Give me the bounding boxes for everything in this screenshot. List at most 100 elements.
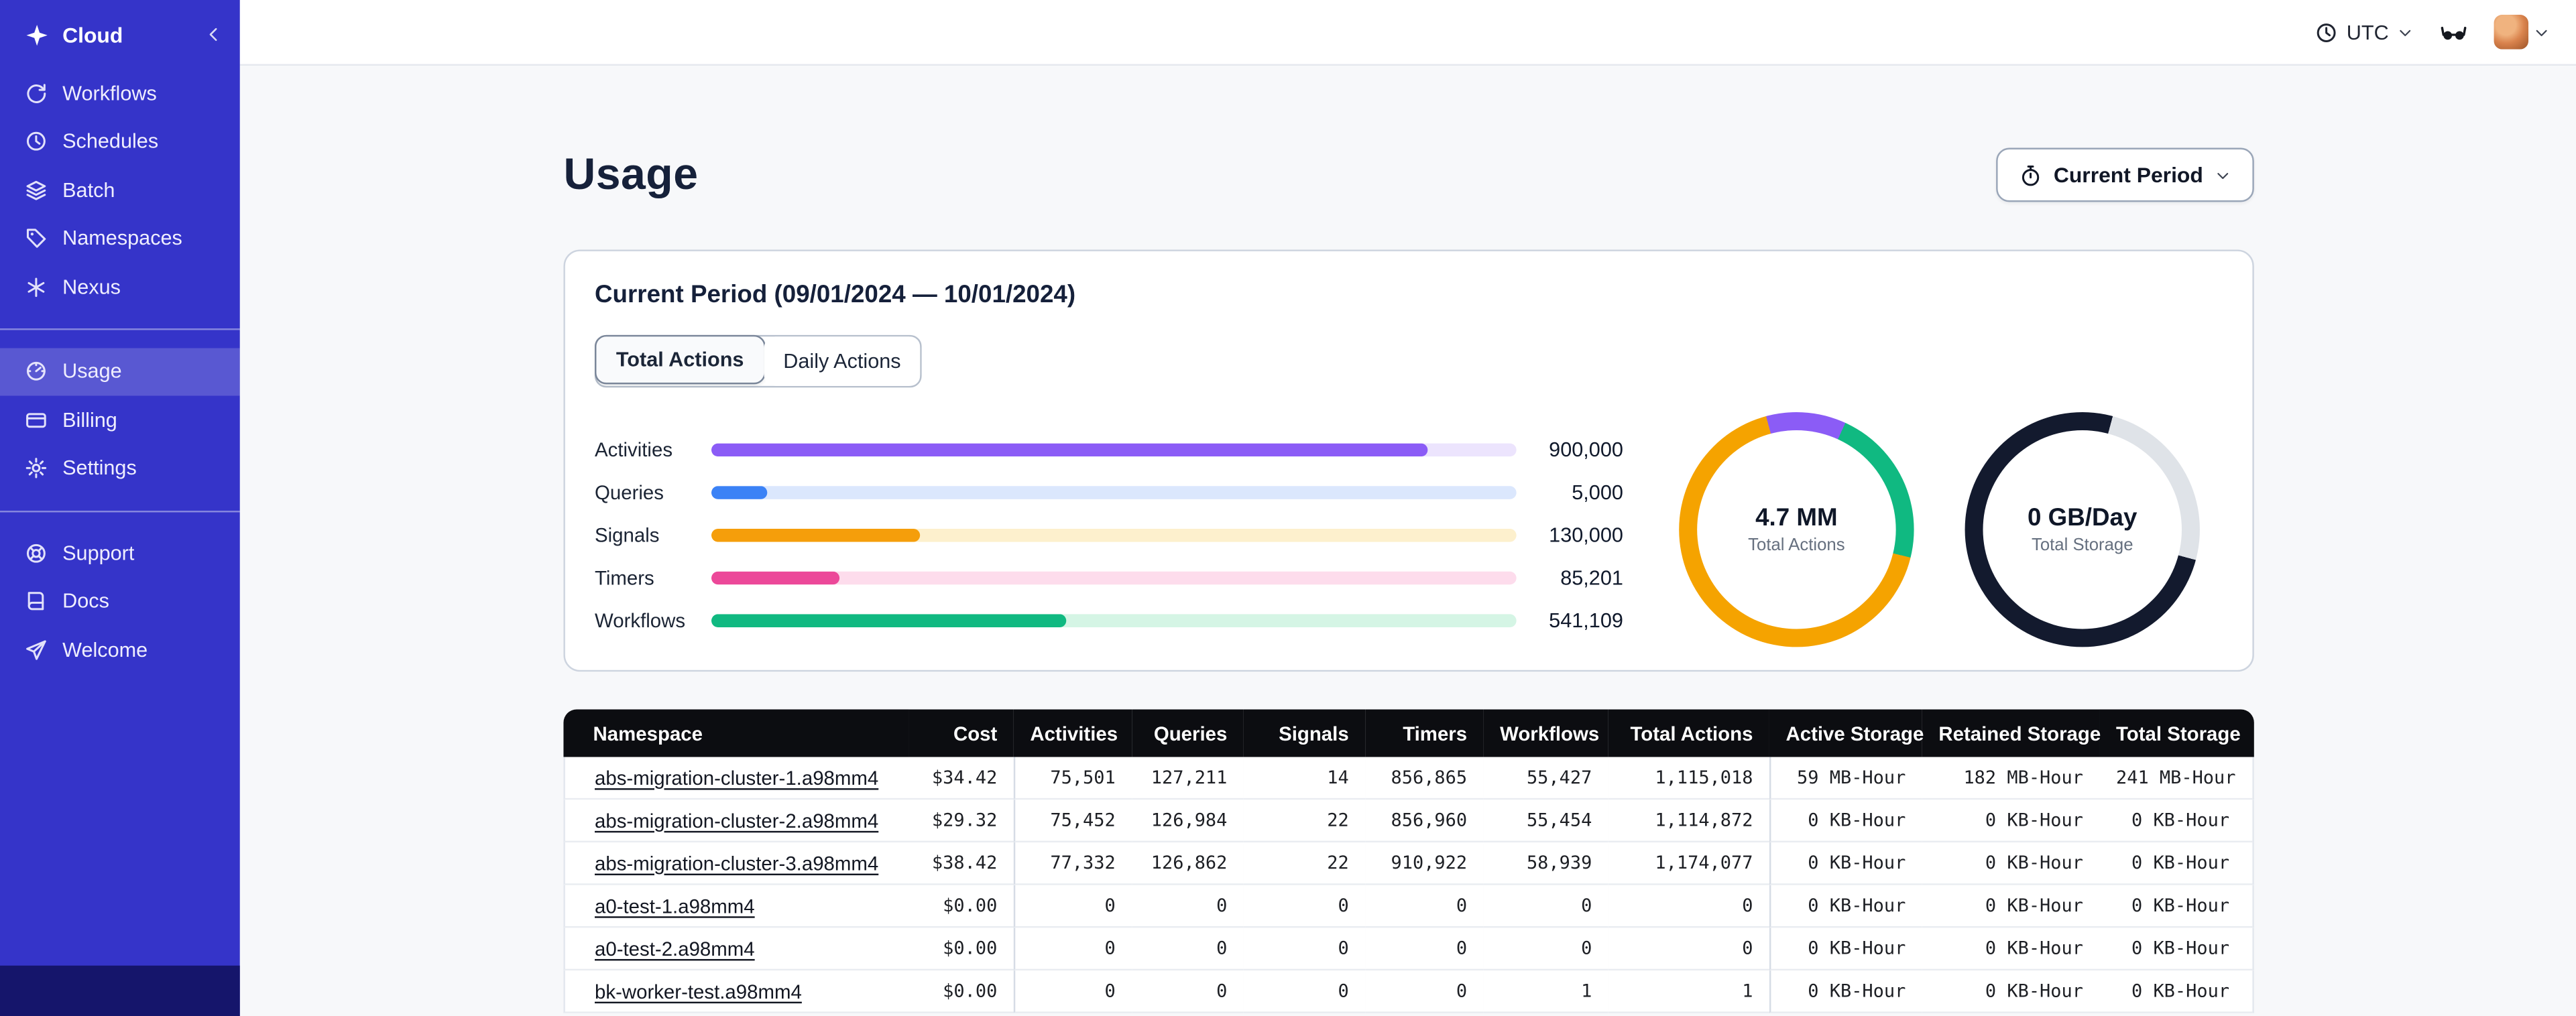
namespace-cell: bk-worker-test.a98mm4 <box>563 970 909 1013</box>
namespace-link[interactable]: abs-migration-cluster-1.a98mm4 <box>595 766 878 789</box>
cell-total-actions: 1,174,077 <box>1608 842 1769 885</box>
tab-daily-actions[interactable]: Daily Actions <box>763 336 921 386</box>
cell-signals: 0 <box>1243 885 1366 928</box>
namespaces-icon <box>25 227 48 250</box>
docs-icon <box>25 590 48 613</box>
clock-icon <box>2315 21 2338 44</box>
cell-cost: $38.42 <box>909 842 1014 885</box>
cell-total-storage: 0 KB-Hour <box>2099 928 2254 971</box>
cell-workflows: 0 <box>1483 928 1608 971</box>
sidebar-item-docs[interactable]: Docs <box>0 577 240 625</box>
cell-workflows: 0 <box>1483 885 1608 928</box>
cell-timers: 0 <box>1365 885 1484 928</box>
billing-icon <box>25 409 48 432</box>
col-header-signals: Signals <box>1243 709 1366 757</box>
cell-activities: 0 <box>1013 885 1132 928</box>
cell-queries: 0 <box>1132 970 1244 1013</box>
timezone-selector[interactable]: UTC <box>2315 21 2413 44</box>
cell-workflows: 55,427 <box>1483 757 1608 800</box>
period-selector-label: Current Period <box>2053 162 2203 188</box>
sidebar-item-label: Batch <box>62 178 115 202</box>
donut-value: 0 GB/Day <box>2028 504 2138 532</box>
donut-label: Total Actions <box>1748 535 1845 556</box>
namespace-link[interactable]: abs-migration-cluster-2.a98mm4 <box>595 809 878 832</box>
cell-cost: $29.32 <box>909 800 1014 843</box>
sidebar-item-label: Welcome <box>62 638 148 661</box>
bar-label: Workflows <box>595 609 686 633</box>
cell-workflows: 1 <box>1483 970 1608 1013</box>
cell-total-actions: 1,114,872 <box>1608 800 1769 843</box>
cell-queries: 0 <box>1132 885 1244 928</box>
chevron-down-icon <box>2215 167 2231 184</box>
donut-center: 4.7 MM Total Actions <box>1697 430 1896 629</box>
sidebar-item-nexus[interactable]: Nexus <box>0 263 240 311</box>
sidebar-footer <box>0 965 240 1016</box>
batch-icon <box>25 178 48 201</box>
sidebar-item-label: Billing <box>62 408 117 432</box>
cell-total-storage: 241 MB-Hour <box>2099 757 2254 800</box>
nexus-icon <box>25 275 48 298</box>
namespace-link[interactable]: a0-test-2.a98mm4 <box>595 937 755 960</box>
bar-row-workflows: Workflows 541,109 <box>595 599 1623 642</box>
main-content: Usage Current Period Current Period (09/… <box>239 66 2576 1016</box>
tab-total-actions[interactable]: Total Actions <box>595 334 766 385</box>
bar-value: 5,000 <box>1572 481 1623 505</box>
sidebar-collapse-button[interactable] <box>204 25 223 44</box>
glasses-icon[interactable] <box>2438 19 2469 45</box>
table-row: a0-test-1.a98mm4 $0.00 0 0 0 0 0 0 0 KB-Hour 0 KB… <box>563 885 2254 928</box>
sidebar: Cloud Workflows Schedules Batch Namespaces N… <box>0 0 240 1016</box>
cell-active-storage: 0 KB-Hour <box>1769 970 1922 1013</box>
cell-retained-storage: 0 KB-Hour <box>1922 885 2100 928</box>
donut-value: 4.7 MM <box>1755 504 1838 532</box>
sidebar-item-label: Schedules <box>62 130 159 153</box>
namespace-link[interactable]: bk-worker-test.a98mm4 <box>595 980 802 1003</box>
cell-total-storage: 0 KB-Hour <box>2099 842 2254 885</box>
cell-queries: 0 <box>1132 928 1244 971</box>
cell-active-storage: 0 KB-Hour <box>1769 800 1922 843</box>
col-header-retained-storage: Retained Storage <box>1922 709 2101 757</box>
cell-cost: $0.00 <box>909 885 1014 928</box>
bar-fill <box>711 571 841 585</box>
col-header-workflows: Workflows <box>1483 709 1608 757</box>
sidebar-item-workflows[interactable]: Workflows <box>0 69 240 117</box>
cloud-logo-icon <box>25 22 50 47</box>
cell-cost: $0.00 <box>909 928 1014 971</box>
sidebar-item-label: Nexus <box>62 275 121 299</box>
app-root: Cloud Workflows Schedules Batch Namespaces N… <box>0 0 2576 1016</box>
namespace-cell: a0-test-1.a98mm4 <box>563 885 909 928</box>
total-storage-donut: 0 GB/Day Total Storage <box>1965 412 2200 647</box>
bar-fill <box>711 614 1066 628</box>
donut-label: Total Storage <box>2031 535 2133 556</box>
bar-label: Timers <box>595 566 654 590</box>
cell-signals: 0 <box>1243 970 1366 1013</box>
usage-table: Namespace Cost Activities Queries Signals Tim… <box>563 709 2254 1013</box>
sidebar-item-settings[interactable]: Settings <box>0 444 240 493</box>
table-row: abs-migration-cluster-1.a98mm4 $34.42 75,5… <box>563 757 2254 800</box>
sidebar-item-usage[interactable]: Usage <box>0 347 240 396</box>
sidebar-item-billing[interactable]: Billing <box>0 396 240 444</box>
namespace-link[interactable]: abs-migration-cluster-3.a98mm4 <box>595 851 878 874</box>
cell-timers: 0 <box>1365 928 1484 971</box>
sidebar-item-batch[interactable]: Batch <box>0 166 240 214</box>
bar-track <box>711 443 1517 457</box>
sidebar-item-welcome[interactable]: Welcome <box>0 626 240 674</box>
sidebar-item-namespaces[interactable]: Namespaces <box>0 214 240 263</box>
table-row: bk-worker-test.a98mm4 $0.00 0 0 0 0 1 1 0 KB-Hou… <box>563 970 2254 1013</box>
sidebar-item-schedules[interactable]: Schedules <box>0 117 240 166</box>
user-menu[interactable] <box>2494 15 2550 50</box>
period-selector-button[interactable]: Current Period <box>1996 147 2254 202</box>
sidebar-item-support[interactable]: Support <box>0 529 240 577</box>
brand-label: Cloud <box>62 22 123 47</box>
cell-activities: 0 <box>1013 928 1132 971</box>
cell-active-storage: 0 KB-Hour <box>1769 885 1922 928</box>
cell-activities: 0 <box>1013 970 1132 1013</box>
bar-value: 900,000 <box>1549 438 1623 462</box>
cell-cost: $34.42 <box>909 757 1014 800</box>
cell-queries: 126,862 <box>1132 842 1244 885</box>
table-row: a0-test-2.a98mm4 $0.00 0 0 0 0 0 0 0 KB-Hour 0 KB… <box>563 928 2254 971</box>
cell-timers: 910,922 <box>1365 842 1484 885</box>
cell-timers: 0 <box>1365 970 1484 1013</box>
table-row: abs-migration-cluster-2.a98mm4 $29.32 75,4… <box>563 800 2254 843</box>
namespace-usage-table: Namespace Cost Activities Queries Signals Tim… <box>563 709 2254 1013</box>
namespace-link[interactable]: a0-test-1.a98mm4 <box>595 894 755 917</box>
